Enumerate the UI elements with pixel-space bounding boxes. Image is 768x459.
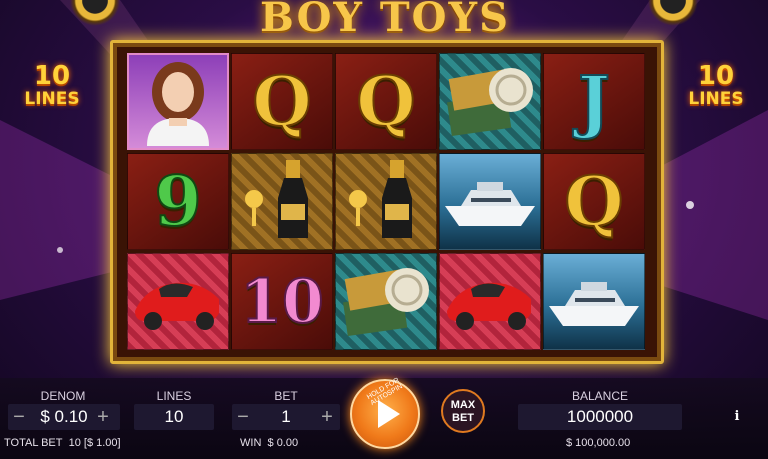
reel-cell xyxy=(439,53,541,150)
lines-field: 10 xyxy=(134,404,214,430)
lines-badge-number: 10 xyxy=(697,61,735,91)
champagne-icon xyxy=(234,154,330,249)
yacht-icon xyxy=(441,154,539,249)
reel-cell: 9 xyxy=(127,153,229,250)
info-button[interactable]: i xyxy=(728,408,746,426)
cash-stack-icon xyxy=(337,254,435,349)
lines-badge-text: LINES xyxy=(688,89,744,109)
reel-cell: Q xyxy=(543,153,645,250)
max-bet-label-2: BET xyxy=(452,412,474,424)
game-title: BOY TOYS xyxy=(260,0,510,41)
sports-car-icon xyxy=(129,259,227,344)
reel-cell: Q xyxy=(335,53,437,150)
balance-money: $ 100,000.00 xyxy=(566,437,631,449)
balance-value: 1000000 xyxy=(566,407,634,426)
lines-badge-text: LINES xyxy=(24,89,80,109)
reels-frame: 9 Q 10 Q J Q xyxy=(110,40,664,364)
balance-field: 1000000 xyxy=(518,404,682,430)
reel-cell: 10 xyxy=(231,253,333,350)
reel-cell xyxy=(335,153,437,250)
lines-badge-right: 10 LINES xyxy=(676,62,756,108)
win-value: $ 0.00 xyxy=(267,437,299,449)
denom-decrease-button[interactable]: − xyxy=(10,404,28,430)
denom-value: $ 0.10 xyxy=(40,407,88,426)
bet-value: 1 xyxy=(281,407,291,426)
reel-cell: J xyxy=(543,53,645,150)
play-icon xyxy=(378,400,400,428)
card-symbol: 9 xyxy=(153,161,202,242)
lines-badge-left: 10 LINES xyxy=(12,62,92,108)
reels-grid: 9 Q 10 Q J Q xyxy=(127,53,647,353)
cash-stack-icon xyxy=(441,54,539,149)
yacht-icon xyxy=(545,254,643,349)
card-symbol: 10 xyxy=(239,266,324,337)
reel-cell: Q xyxy=(231,53,333,150)
max-bet-label-1: MAX xyxy=(450,399,476,411)
max-bet-button[interactable]: MAX BET xyxy=(441,389,485,433)
lines-value: 10 xyxy=(164,407,184,426)
win-label: WIN xyxy=(240,437,262,449)
card-symbol: J xyxy=(577,61,611,142)
reel-cell xyxy=(127,53,229,150)
total-bet-label: TOTAL BET xyxy=(4,437,63,449)
speaker-right-icon xyxy=(640,0,706,26)
champagne-icon xyxy=(338,154,434,249)
total-bet: TOTAL BET 10 [$ 1.00] xyxy=(4,437,121,449)
lines-badge-number: 10 xyxy=(33,61,71,91)
total-bet-value: 10 [$ 1.00] xyxy=(68,437,121,449)
reel-cell xyxy=(127,253,229,350)
balance-label: BALANCE xyxy=(571,389,629,403)
card-symbol: Q xyxy=(355,61,416,142)
sports-car-icon xyxy=(441,259,539,344)
bet-label: BET xyxy=(274,389,298,403)
spin-button[interactable]: HOLD FOR AUTOSPIN xyxy=(350,377,420,449)
speaker-left-icon xyxy=(62,0,128,26)
denom-label: DENOM xyxy=(40,389,86,403)
reel-cell xyxy=(335,253,437,350)
reel-cell xyxy=(543,253,645,350)
denom-increase-button[interactable]: + xyxy=(94,404,112,430)
bet-decrease-button[interactable]: − xyxy=(234,404,252,430)
bet-increase-button[interactable]: + xyxy=(318,404,336,430)
reel-cell xyxy=(439,253,541,350)
reel-cell xyxy=(231,153,333,250)
lines-label: LINES xyxy=(156,389,192,403)
card-symbol: Q xyxy=(251,61,312,142)
reel-cell xyxy=(439,153,541,250)
win-display: WIN $ 0.00 xyxy=(240,437,298,449)
card-symbol: Q xyxy=(563,161,624,242)
girl-icon xyxy=(129,55,227,148)
